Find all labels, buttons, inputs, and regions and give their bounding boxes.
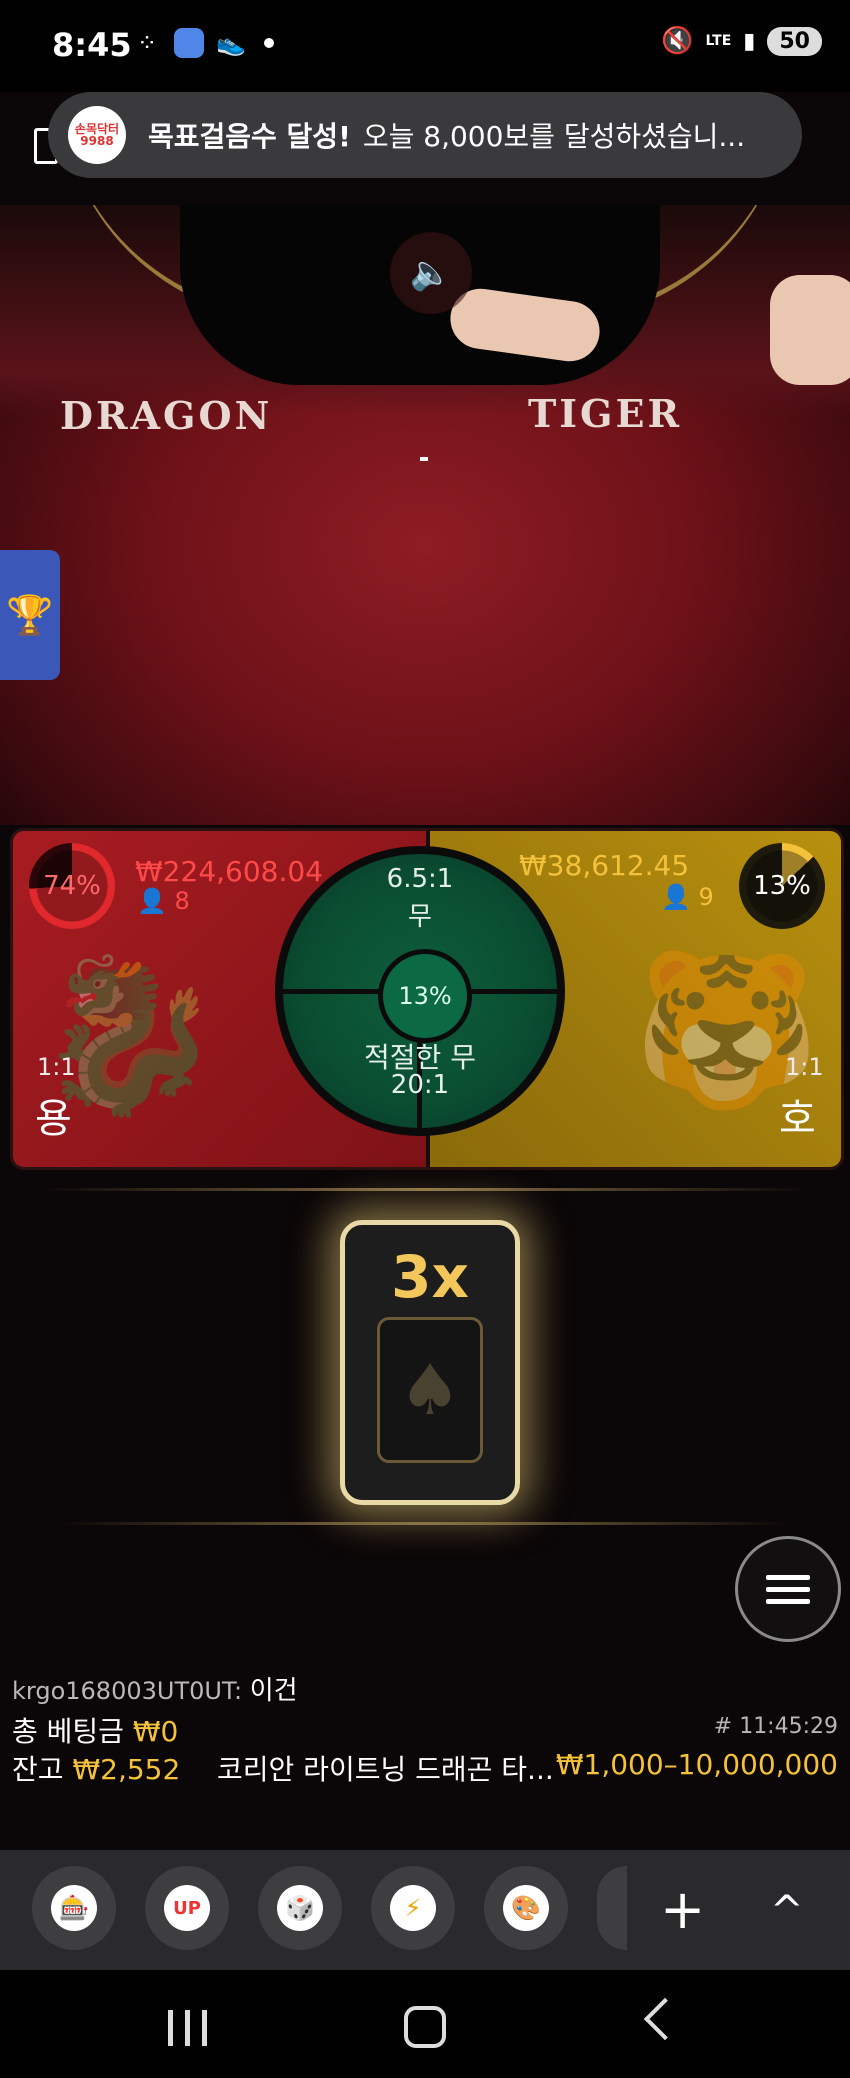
trophy-tab-button[interactable]: 🏆: [0, 550, 60, 680]
notification-banner[interactable]: 손목닥터 9988 목표걸음수 달성! 오늘 8,000보를 달성하셨습니...: [48, 92, 802, 178]
chat-username: krgo168003UT0UT:: [12, 1677, 243, 1705]
tie-ratio: 6.5:1: [386, 864, 454, 894]
dragon-label: 용: [35, 1096, 72, 1142]
dragon-percent: 74%: [43, 871, 101, 901]
chat-message: krgo168003UT0UT: 이건: [12, 1670, 298, 1707]
table-tiger-text: TIGER: [528, 391, 683, 436]
dragon-players: 8: [174, 887, 190, 915]
dragon-percent-ring: 74%: [29, 843, 115, 929]
round-id: # 11:45:29: [713, 1714, 838, 1739]
network-label: LTE: [705, 33, 732, 49]
recents-icon: [185, 2010, 190, 2046]
lightning-icon: ⚡: [390, 1885, 436, 1931]
tie-label: 무: [408, 902, 432, 932]
game-shortcut-list: 🎰 UP 🎲 ⚡ 🎨: [32, 1866, 627, 1950]
gold-divider: [60, 1522, 790, 1525]
balance-value: ₩2,552: [72, 1753, 181, 1786]
game-shortcut[interactable]: ⚡: [371, 1866, 455, 1950]
hamburger-icon: [766, 1586, 810, 1592]
suited-tie-ratio: 20:1: [390, 1070, 450, 1100]
signal-icon: ▮: [743, 28, 756, 54]
tiger-players: 9: [698, 883, 714, 911]
game-shortcut[interactable]: UP: [145, 1866, 229, 1950]
mute-video-button[interactable]: 🔈: [390, 232, 472, 314]
game-shortcut-partial[interactable]: [597, 1866, 627, 1950]
app-grid-icon: ⁘: [136, 29, 158, 57]
game-shortcut[interactable]: 🎨: [484, 1866, 568, 1950]
add-game-button[interactable]: +: [660, 1883, 705, 1937]
expand-bar-button[interactable]: ^: [770, 1888, 804, 1934]
multiplier-card: 3x ♠: [340, 1220, 520, 1505]
recents-icon: [168, 2010, 173, 2046]
recents-icon: [202, 2010, 207, 2046]
status-notification-icons: ⁘ 👟: [132, 28, 274, 58]
app-logo: 손목닥터 9988: [68, 106, 126, 164]
chat-text: 이건: [249, 1676, 298, 1706]
notification-title: 목표걸음수 달성!: [148, 120, 351, 153]
total-bet-value: ₩0: [132, 1715, 179, 1748]
reel-game-icon: 🎲: [277, 1885, 323, 1931]
game-shortcut[interactable]: 🎲: [258, 1866, 342, 1950]
home-button[interactable]: [404, 2006, 446, 2048]
status-system-icons: 🔇 LTE ▮ 50: [661, 26, 822, 56]
hamburger-icon: [766, 1598, 810, 1604]
card-suit: ♠: [398, 1349, 462, 1431]
tie-percent: 13%: [398, 982, 452, 1010]
recents-button[interactable]: [168, 2010, 207, 2046]
tiger-player-count: 👤 9: [661, 883, 714, 911]
bet-limits: ₩1,000–10,000,000: [555, 1748, 838, 1781]
speaker-muted-icon: 🔈: [409, 253, 453, 293]
info-row-balance: 잔고 ₩2,552 코리안 라이트닝 드래곤 타... ₩1,000–10,00…: [12, 1748, 838, 1788]
spade-icon: ♠: [377, 1317, 483, 1463]
tie-percent-badge: 13%: [378, 949, 472, 1043]
battery-indicator: 50: [767, 26, 822, 56]
shoe-icon: 👟: [216, 29, 246, 57]
card-multiplier: 3x: [391, 1243, 469, 1311]
game-shortcut[interactable]: 🎰: [32, 1866, 116, 1950]
person-icon: 👤: [137, 887, 167, 915]
up-game-icon: UP: [164, 1885, 210, 1931]
dragon-ratio: 1:1: [37, 1053, 76, 1081]
tiger-percent: 13%: [753, 871, 811, 901]
tiger-ratio: 1:1: [785, 1053, 824, 1081]
palette-game-icon: 🎨: [503, 1885, 549, 1931]
betting-panel: 🐉 74% ₩224,608.04 👤 8 1:1 용 🐯 ₩38,612.45…: [10, 828, 844, 1170]
menu-button[interactable]: [735, 1536, 841, 1642]
chevron-up-icon: ^: [770, 1888, 804, 1934]
dragon-player-count: 👤 8: [137, 887, 190, 915]
trophy-icon: 🏆: [6, 592, 54, 637]
info-row-total-bet: 총 베팅금 ₩0 # 11:45:29: [12, 1710, 838, 1750]
table-marker: [420, 457, 428, 461]
balance-label: 잔고: [12, 1753, 64, 1786]
hamburger-icon: [766, 1574, 810, 1580]
total-bet-label: 총 베팅금: [12, 1715, 124, 1748]
tiger-label: 호: [779, 1096, 816, 1142]
dealer-hand: [770, 275, 850, 385]
table-name[interactable]: 코리안 라이트닝 드래곤 타...: [217, 1748, 554, 1788]
gold-divider: [40, 1188, 810, 1191]
notification-body: 오늘 8,000보를 달성하셨습니...: [362, 120, 746, 153]
table-dragon-text: DRAGON: [60, 393, 273, 438]
status-time: 8:45: [52, 26, 132, 64]
tie-bet-circle[interactable]: 6.5:1 무 13% 적절한 무 20:1: [275, 846, 565, 1136]
assistant-icon: [174, 28, 204, 58]
person-icon: 👤: [661, 883, 691, 911]
more-dot-icon: [263, 38, 274, 48]
tiger-percent-ring: 13%: [739, 843, 825, 929]
slot-machine-icon: 🎰: [51, 1885, 97, 1931]
mute-icon: 🔇: [661, 26, 694, 56]
